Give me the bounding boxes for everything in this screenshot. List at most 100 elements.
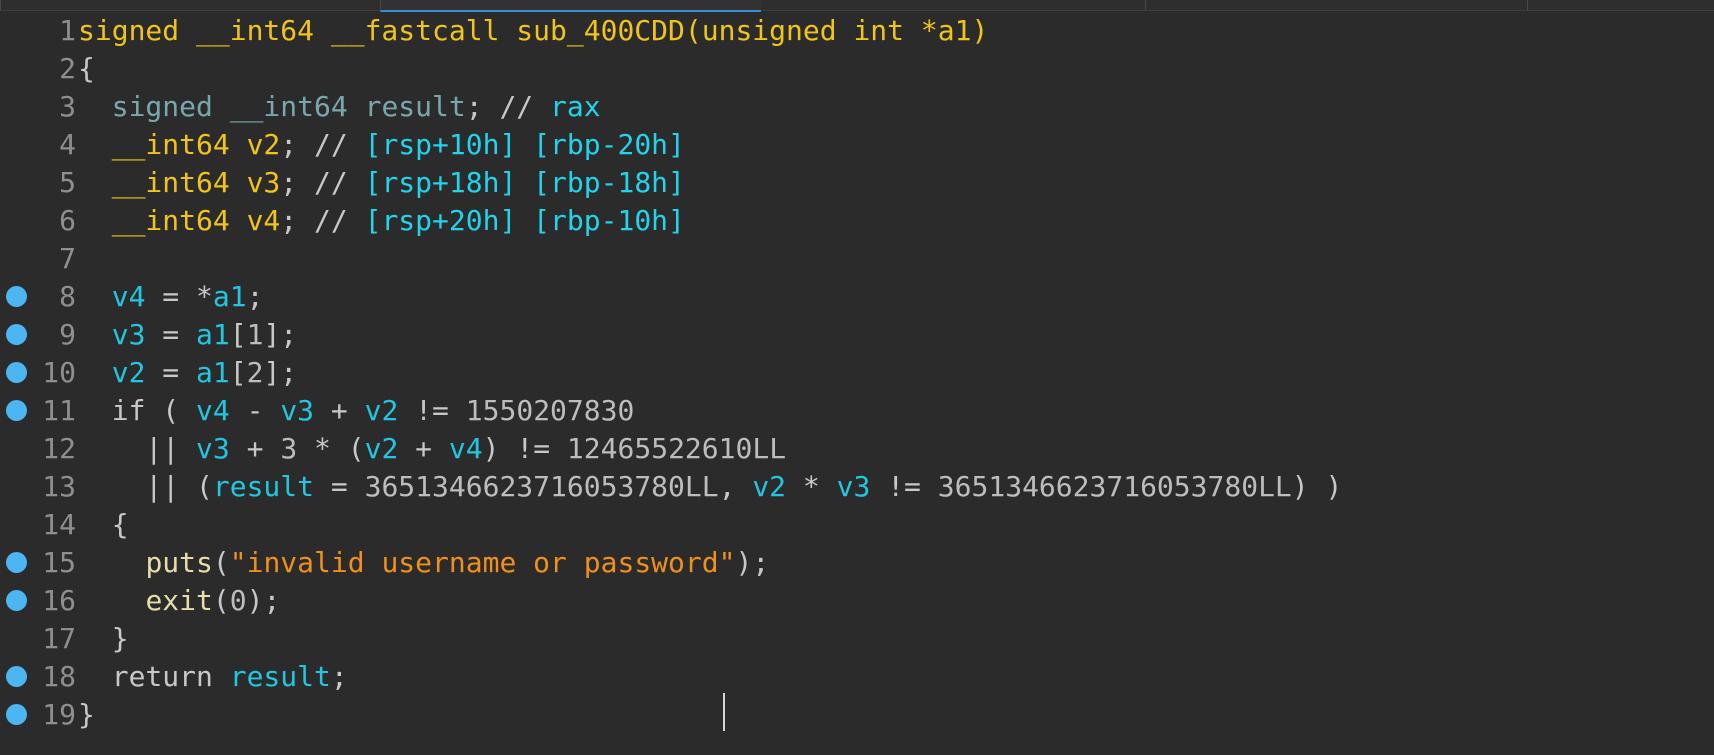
tab-bar (0, 0, 1714, 12)
code-text[interactable]: __int64 v2; // [rsp+10h] [rbp-20h] (78, 126, 685, 164)
code-token: v3 (196, 432, 230, 465)
line-number: 4 (59, 128, 76, 161)
code-line[interactable]: 6 __int64 v4; // [rsp+20h] [rbp-10h] (0, 202, 1714, 240)
code-text[interactable]: __int64 v4; // [rsp+20h] [rbp-10h] (78, 202, 685, 240)
code-token: * (786, 470, 837, 503)
code-line[interactable]: 5 __int64 v3; // [rsp+18h] [rbp-18h] (0, 164, 1714, 202)
code-line[interactable]: 1 signed __int64 __fastcall sub_400CDD(un… (0, 12, 1714, 50)
code-token: * ( (297, 432, 365, 465)
code-text[interactable]: __int64 v3; // [rsp+18h] [rbp-18h] (78, 164, 685, 202)
code-token: ; // (280, 128, 365, 161)
code-token: a1 (196, 356, 230, 389)
code-token: v3 (836, 470, 871, 503)
code-token: 1 (246, 318, 264, 351)
code-line[interactable]: 7 (0, 240, 1714, 278)
code-text[interactable]: { (78, 506, 129, 544)
line-number: 3 (59, 90, 76, 123)
code-token: 0 (229, 584, 247, 617)
code-text[interactable]: signed __int64 result; // rax (78, 88, 601, 126)
code-token: puts (145, 546, 213, 579)
code-text[interactable]: return result; (78, 658, 348, 696)
code-text[interactable]: puts("invalid username or password"); (78, 544, 769, 582)
code-token: [rsp+20h] [rbp-10h] (364, 204, 685, 237)
code-text[interactable]: { (78, 50, 95, 88)
line-number: 7 (59, 242, 76, 275)
code-token: 3651346623716053780LL (937, 470, 1292, 503)
tab-inactive[interactable] (1145, 0, 1528, 10)
line-number: 14 (42, 508, 76, 541)
code-token: "invalid username or password" (229, 546, 736, 579)
code-token: result (229, 660, 331, 693)
line-number: 18 (42, 660, 76, 693)
code-line[interactable]: 16 exit(0); (0, 582, 1714, 620)
line-number: 11 (42, 394, 76, 427)
code-token: return (78, 660, 230, 693)
tab-inactive[interactable] (0, 0, 381, 10)
code-line[interactable]: 10 v2 = a1[2]; (0, 354, 1714, 392)
code-text[interactable]: v4 = *a1; (78, 278, 264, 316)
code-token: [ (229, 318, 247, 351)
code-token: 2 (246, 356, 264, 389)
code-token: + (314, 394, 365, 427)
code-token: || (78, 432, 197, 465)
code-line[interactable]: 15 puts("invalid username or password"); (0, 544, 1714, 582)
code-line[interactable]: 13 || (result = 3651346623716053780LL, v… (0, 468, 1714, 506)
code-line[interactable]: 12 || v3 + 3 * (v2 + v4) != 12465522610L… (0, 430, 1714, 468)
code-token: = (314, 470, 365, 503)
code-token: v4 (448, 432, 483, 465)
code-text[interactable]: v3 = a1[1]; (78, 316, 297, 354)
code-token: a1 (196, 318, 230, 351)
code-token: if ( (78, 394, 197, 427)
code-token: != (398, 394, 466, 427)
code-line[interactable]: 2{ (0, 50, 1714, 88)
code-token: ]; (263, 356, 298, 389)
text-cursor (723, 693, 725, 731)
code-token: 3651346623716053780LL (364, 470, 719, 503)
code-token: __int64 v3 (111, 166, 281, 199)
line-number: 12 (42, 432, 76, 465)
code-line[interactable]: 19} (0, 696, 1714, 734)
code-token: ( (212, 546, 230, 579)
pseudocode-editor[interactable]: 1 signed __int64 __fastcall sub_400CDD(un… (0, 12, 1714, 734)
code-token: [ (229, 356, 247, 389)
code-token: a1 (212, 280, 247, 313)
code-line[interactable]: 18 return result; (0, 658, 1714, 696)
code-token: v2 (111, 356, 146, 389)
code-text[interactable]: if ( v4 - v3 + v2 != 1550207830 (78, 392, 635, 430)
code-text[interactable]: || (result = 3651346623716053780LL, v2 *… (78, 468, 1342, 506)
code-token: ) != (482, 432, 567, 465)
tab-pseudocode[interactable] (380, 0, 761, 12)
code-line[interactable]: 8 v4 = *a1; (0, 278, 1714, 316)
code-token: signed __int64 result (111, 90, 466, 123)
code-token: __int64 v4 (111, 204, 281, 237)
code-line[interactable]: 3 signed __int64 result; // rax (0, 88, 1714, 126)
code-line[interactable]: 17 } (0, 620, 1714, 658)
code-text[interactable]: || v3 + 3 * (v2 + v4) != 12465522610LL (78, 430, 786, 468)
code-text[interactable]: exit(0); (78, 582, 280, 620)
tab-inactive[interactable] (1527, 0, 1714, 10)
code-token: exit (145, 584, 213, 617)
code-token: 12465522610LL (566, 432, 787, 465)
code-token: ; // (280, 204, 365, 237)
code-token: + (229, 432, 281, 465)
code-token: 3 (280, 432, 298, 465)
code-token: = (145, 318, 197, 351)
line-number: 19 (42, 698, 76, 731)
code-token: signed __int64 __fastcall sub_400CDD(uns… (78, 14, 989, 47)
code-text[interactable]: v2 = a1[2]; (78, 354, 297, 392)
code-line[interactable]: 4 __int64 v2; // [rsp+10h] [rbp-20h] (0, 126, 1714, 164)
code-text[interactable]: signed __int64 __fastcall sub_400CDD(uns… (78, 12, 988, 50)
code-text[interactable]: } (78, 696, 95, 734)
code-text[interactable]: } (78, 620, 129, 658)
code-line[interactable]: 14 { (0, 506, 1714, 544)
code-line[interactable]: 11 if ( v4 - v3 + v2 != 1550207830 (0, 392, 1714, 430)
code-token: ; // (280, 166, 365, 199)
code-token: v3 (280, 394, 315, 427)
code-line[interactable]: 9 v3 = a1[1]; (0, 316, 1714, 354)
code-token: v2 (364, 394, 399, 427)
